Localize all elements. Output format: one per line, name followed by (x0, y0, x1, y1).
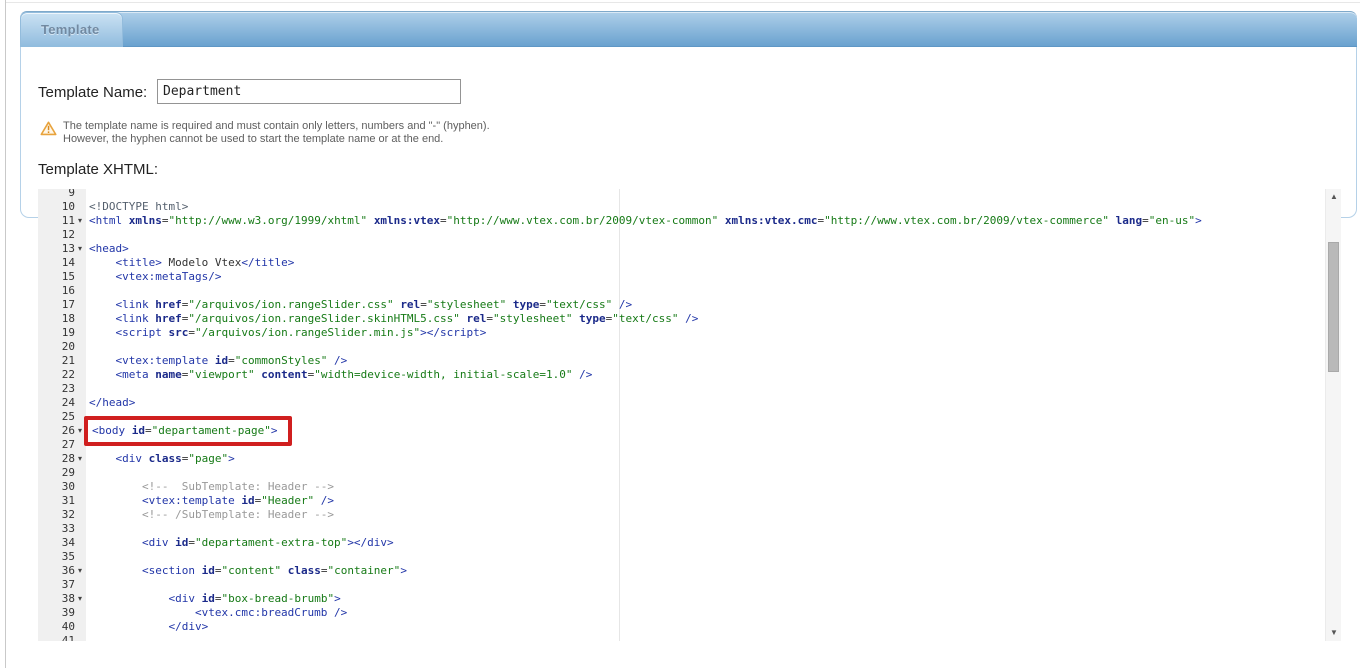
fold-arrow-icon[interactable]: ▾ (75, 452, 85, 466)
code-line: 11▾<html xmlns="http://www.w3.org/1999/x… (38, 214, 1325, 228)
line-number: 31 (38, 494, 86, 508)
fold-arrow-icon[interactable]: ▾ (75, 592, 85, 606)
line-number: 27 (38, 438, 86, 452)
line-number: 25 (38, 410, 86, 424)
line-number: 37 (38, 578, 86, 592)
line-number: 23 (38, 382, 86, 396)
line-number: 17 (38, 298, 86, 312)
warning-text-line2: However, the hyphen cannot be used to st… (63, 133, 490, 146)
code-line: 16 (38, 284, 1325, 298)
page-left-divider (5, 0, 6, 668)
template-xhtml-label: Template XHTML: (38, 161, 158, 178)
line-number: 21 (38, 354, 86, 368)
line-number: 30 (38, 480, 86, 494)
code-line: 17 <link href="/arquivos/ion.rangeSlider… (38, 298, 1325, 312)
code-line: 23 (38, 382, 1325, 396)
line-number: 22 (38, 368, 86, 382)
code-line: 12 (38, 228, 1325, 242)
code-line: 20 (38, 340, 1325, 354)
line-number: 35 (38, 550, 86, 564)
line-number: 36▾ (38, 564, 86, 578)
code-line: 28▾ <div class="page"> (38, 452, 1325, 466)
line-number: 39 (38, 606, 86, 620)
line-number: 38▾ (38, 592, 86, 606)
line-number: 19 (38, 326, 86, 340)
code-line: 39 <vtex.cmc:breadCrumb /> (38, 606, 1325, 620)
code-line: 15 <vtex:metaTags/> (38, 270, 1325, 284)
code-line: 22 <meta name="viewport" content="width=… (38, 368, 1325, 382)
warning-icon (40, 121, 57, 146)
line-number: 28▾ (38, 452, 86, 466)
code-line: 32 <!-- /SubTemplate: Header --> (38, 508, 1325, 522)
code-line: 37 (38, 578, 1325, 592)
scrollbar-up-icon[interactable]: ▲ (1326, 189, 1341, 205)
line-number: 11▾ (38, 214, 86, 228)
code-line: 35 (38, 550, 1325, 564)
line-number: 34 (38, 536, 86, 550)
scrollbar-down-icon[interactable]: ▼ (1326, 625, 1341, 641)
line-number: 14 (38, 256, 86, 270)
line-number: 40 (38, 620, 86, 634)
code-line: 14 <title> Modelo Vtex</title> (38, 256, 1325, 270)
code-line: 38▾ <div id="box-bread-brumb"> (38, 592, 1325, 606)
line-number: 33 (38, 522, 86, 536)
tab-strip: Template (20, 11, 1357, 47)
page-top-divider (6, 2, 1360, 3)
code-line: 40 </div> (38, 620, 1325, 634)
line-number: 9 (38, 189, 86, 200)
template-name-label: Template Name: (38, 84, 147, 101)
line-number: 18 (38, 312, 86, 326)
code-line: 26▾<body id="departament-page"> (38, 424, 1325, 438)
highlight-red-box: <body id="departament-page"> (84, 416, 292, 446)
line-number: 26▾ (38, 424, 86, 438)
warning-text-line1: The template name is required and must c… (63, 120, 490, 133)
line-number: 29 (38, 466, 86, 480)
template-name-input[interactable] (157, 79, 461, 104)
fold-arrow-icon[interactable]: ▾ (75, 242, 85, 256)
fold-arrow-icon[interactable]: ▾ (75, 214, 85, 228)
code-line: 34 <div id="departament-extra-top"></div… (38, 536, 1325, 550)
code-line: 10<!DOCTYPE html> (38, 200, 1325, 214)
code-line: 36▾ <section id="content" class="contain… (38, 564, 1325, 578)
line-number: 10 (38, 200, 86, 214)
template-editor-page: Template Template Name: The template nam… (0, 0, 1360, 668)
template-name-warning: The template name is required and must c… (40, 120, 490, 146)
code-line: 21 <vtex:template id="commonStyles" /> (38, 354, 1325, 368)
code-line: 29 (38, 466, 1325, 480)
code-line: 13▾<head> (38, 242, 1325, 256)
line-number: 20 (38, 340, 86, 354)
line-number: 15 (38, 270, 86, 284)
scrollbar-thumb[interactable] (1328, 242, 1339, 372)
code-line: 41 (38, 634, 1325, 641)
line-number: 32 (38, 508, 86, 522)
line-number: 12 (38, 228, 86, 242)
tab-template-label: Template (21, 13, 122, 37)
tab-template[interactable]: Template (20, 12, 123, 48)
line-number: 24 (38, 396, 86, 410)
code-line: 18 <link href="/arquivos/ion.rangeSlider… (38, 312, 1325, 326)
editor-vertical-scrollbar[interactable]: ▲ ▼ (1325, 189, 1341, 641)
code-line: 19 <script src="/arquivos/ion.rangeSlide… (38, 326, 1325, 340)
code-line: 24</head> (38, 396, 1325, 410)
fold-arrow-icon[interactable]: ▾ (75, 564, 85, 578)
code-line: 31 <vtex:template id="Header" /> (38, 494, 1325, 508)
code-line: 9 (38, 189, 1325, 200)
line-number: 13▾ (38, 242, 86, 256)
xhtml-code-editor[interactable]: 910<!DOCTYPE html>11▾<html xmlns="http:/… (38, 189, 1341, 641)
code-line: 30 <!-- SubTemplate: Header --> (38, 480, 1325, 494)
line-number: 41 (38, 634, 86, 641)
code-line: 33 (38, 522, 1325, 536)
line-number: 16 (38, 284, 86, 298)
code-rows: 910<!DOCTYPE html>11▾<html xmlns="http:/… (38, 189, 1325, 641)
